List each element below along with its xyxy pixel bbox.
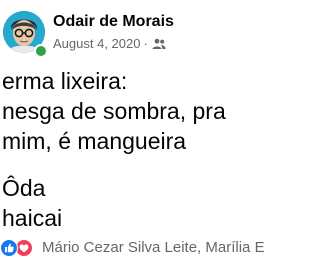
- reactions-bar[interactable]: Mário Cezar Silva Leite, Marília E: [0, 236, 275, 260]
- reaction-names[interactable]: Mário Cezar Silva Leite, Marília E: [42, 238, 265, 258]
- post-date[interactable]: August 4, 2020: [53, 36, 140, 52]
- facebook-post: Odair de Morais August 4, 2020 · erma li…: [0, 0, 275, 275]
- like-icon: [0, 239, 18, 257]
- meta-separator: ·: [143, 36, 148, 51]
- post-text: erma lixeira: nesga de sombra, pra mim, …: [2, 66, 275, 233]
- post-text-line: Ôda: [2, 175, 46, 201]
- reaction-icons[interactable]: [0, 238, 38, 258]
- post-text-line: haicai: [2, 205, 63, 231]
- online-status-dot: [34, 44, 48, 58]
- author-avatar-container[interactable]: [3, 11, 48, 58]
- post-text-line: mim, é mangueira: [2, 128, 187, 154]
- author-name[interactable]: Odair de Morais: [53, 13, 174, 31]
- post-meta: August 4, 2020 ·: [53, 36, 166, 52]
- friends-icon[interactable]: [152, 38, 166, 50]
- post-text-line: erma lixeira:: [2, 68, 128, 94]
- post-text-line: nesga de sombra, pra: [2, 98, 226, 124]
- post-header: Odair de Morais August 4, 2020 ·: [0, 0, 275, 62]
